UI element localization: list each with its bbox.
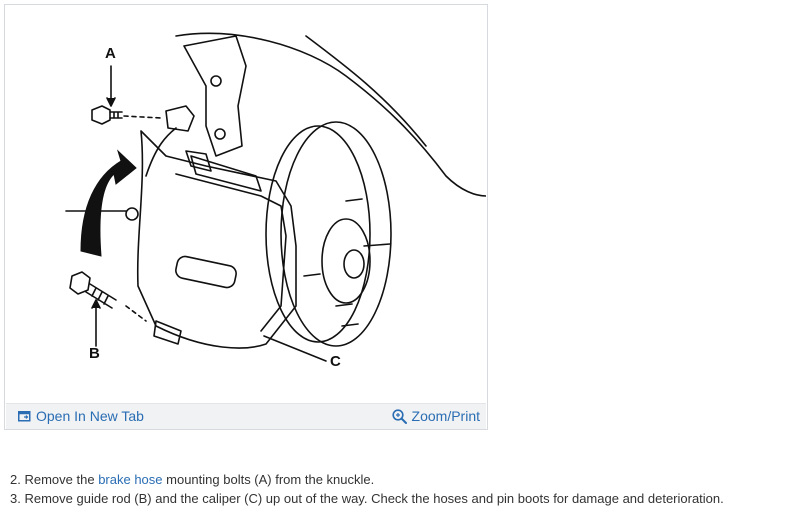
callout-a-arrowhead bbox=[106, 97, 116, 107]
step-2-number: 2. bbox=[10, 472, 21, 487]
bolt-b-head bbox=[69, 271, 91, 295]
caliper-bracket bbox=[190, 155, 262, 192]
figure-toolbar: Open In New Tab Zoom/Print bbox=[6, 403, 486, 429]
callout-b-label: B bbox=[89, 345, 100, 362]
brake-hose-link[interactable]: brake hose bbox=[98, 472, 162, 487]
step-2: 2. Remove the brake hose mounting bolts … bbox=[10, 470, 790, 489]
bolt-a-alignment-line bbox=[123, 115, 162, 119]
callout-a-label: A bbox=[105, 45, 116, 62]
guide-pin-boot-upper bbox=[185, 150, 212, 172]
rotate-up-arrow bbox=[80, 149, 137, 257]
brake-disc-outer bbox=[280, 121, 392, 347]
open-new-tab-link[interactable]: Open In New Tab bbox=[18, 407, 144, 425]
step-2-text-before: Remove the bbox=[24, 472, 95, 487]
open-new-tab-label: Open In New Tab bbox=[36, 408, 144, 424]
zoom-print-link[interactable]: Zoom/Print bbox=[391, 407, 480, 425]
brake-hose-bracket bbox=[165, 105, 195, 132]
step-2-text-after: mounting bolts (A) from the knuckle. bbox=[166, 472, 375, 487]
instruction-steps: 2. Remove the brake hose mounting bolts … bbox=[10, 470, 790, 508]
bolt-a-thread bbox=[109, 111, 123, 119]
open-new-tab-icon bbox=[18, 410, 31, 422]
fender-outline bbox=[175, 32, 486, 197]
step-3-text: Remove guide rod (B) and the caliper (C)… bbox=[24, 491, 724, 506]
magnifier-icon bbox=[391, 408, 407, 424]
bolt-b-thread bbox=[85, 283, 117, 309]
caliper-bleeder bbox=[125, 207, 139, 221]
hub-flange bbox=[321, 218, 371, 304]
step-3: 3. Remove guide rod (B) and the caliper … bbox=[10, 489, 790, 508]
bolt-a-head bbox=[91, 105, 111, 125]
hub-center bbox=[343, 249, 365, 279]
caliper-window bbox=[175, 255, 237, 289]
callout-c-label: C bbox=[330, 353, 341, 370]
knuckle-bolt-upper bbox=[210, 75, 222, 87]
bolt-b-alignment-line bbox=[125, 305, 147, 322]
steering-knuckle bbox=[183, 35, 247, 157]
guide-pin-boot-lower bbox=[153, 320, 182, 345]
knuckle-bolt-lower bbox=[214, 128, 226, 140]
callout-b-arrowhead bbox=[91, 299, 101, 309]
step-3-number: 3. bbox=[10, 491, 21, 506]
figure-container: A B C Open In New Tab Zoom/Print bbox=[4, 4, 488, 430]
brake-caliper-diagram: A B C bbox=[6, 6, 486, 402]
zoom-print-label: Zoom/Print bbox=[411, 408, 480, 424]
